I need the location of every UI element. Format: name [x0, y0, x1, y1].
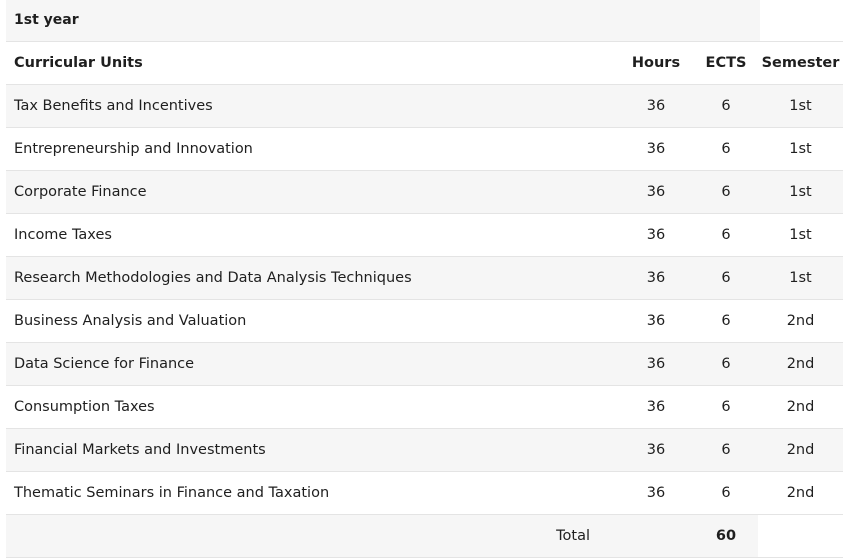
unit-name-cell: Consumption Taxes	[6, 385, 618, 429]
hours-cell: 36	[618, 342, 694, 386]
unit-name-cell: Data Science for Finance	[6, 342, 618, 386]
ects-cell: 6	[694, 84, 758, 128]
semester-cell: 1st	[758, 170, 843, 214]
table-row: Tax Benefits and Incentives 36 6 1st	[6, 84, 843, 128]
table-row: Financial Markets and Investments 36 6 2…	[6, 428, 843, 472]
hours-cell: 36	[618, 84, 694, 128]
total-ects-value: 60	[694, 514, 758, 558]
semester-cell: 1st	[758, 127, 843, 171]
ects-cell: 6	[694, 428, 758, 472]
unit-name-cell: Tax Benefits and Incentives	[6, 84, 618, 128]
unit-name-cell: Corporate Finance	[6, 170, 618, 214]
table-header-row: Curricular Units Hours ECTS Semester	[6, 42, 843, 85]
total-hours-cell	[618, 514, 694, 558]
semester-cell: 2nd	[758, 299, 843, 343]
semester-cell: 1st	[758, 256, 843, 300]
table-row: Thematic Seminars in Finance and Taxatio…	[6, 471, 843, 515]
ects-cell: 6	[694, 385, 758, 429]
table-row: Business Analysis and Valuation 36 6 2nd	[6, 299, 843, 343]
table-row: Consumption Taxes 36 6 2nd	[6, 385, 843, 429]
hours-cell: 36	[618, 127, 694, 171]
hours-cell: 36	[618, 213, 694, 257]
column-header-semester: Semester	[758, 42, 843, 85]
ects-cell: 6	[694, 342, 758, 386]
column-header-hours: Hours	[618, 42, 694, 85]
semester-cell: 1st	[758, 213, 843, 257]
hours-cell: 36	[618, 256, 694, 300]
ects-cell: 6	[694, 471, 758, 515]
hours-cell: 36	[618, 428, 694, 472]
unit-name-cell: Financial Markets and Investments	[6, 428, 618, 472]
hours-cell: 36	[618, 299, 694, 343]
hours-cell: 36	[618, 385, 694, 429]
curricular-units-table-container: 1st year Curricular Units Hours ECTS Sem…	[6, 0, 843, 558]
semester-cell: 2nd	[758, 342, 843, 386]
year-heading: 1st year	[6, 0, 760, 41]
year-heading-spacer	[760, 0, 843, 41]
column-header-curricular-units: Curricular Units	[6, 42, 618, 85]
ects-cell: 6	[694, 170, 758, 214]
ects-cell: 6	[694, 256, 758, 300]
semester-cell: 2nd	[758, 428, 843, 472]
ects-cell: 6	[694, 127, 758, 171]
semester-cell: 2nd	[758, 471, 843, 515]
year-heading-row: 1st year	[6, 0, 843, 42]
unit-name-cell: Thematic Seminars in Finance and Taxatio…	[6, 471, 618, 515]
ects-cell: 6	[694, 299, 758, 343]
table-row: Data Science for Finance 36 6 2nd	[6, 342, 843, 386]
unit-name-cell: Business Analysis and Valuation	[6, 299, 618, 343]
table-body: Tax Benefits and Incentives 36 6 1st Ent…	[6, 84, 843, 515]
table-row: Corporate Finance 36 6 1st	[6, 170, 843, 214]
unit-name-cell: Research Methodologies and Data Analysis…	[6, 256, 618, 300]
total-row: Total 60	[6, 514, 843, 558]
ects-cell: 6	[694, 213, 758, 257]
semester-cell: 1st	[758, 84, 843, 128]
semester-cell: 2nd	[758, 385, 843, 429]
total-label: Total	[6, 514, 618, 558]
hours-cell: 36	[618, 170, 694, 214]
column-header-ects: ECTS	[694, 42, 758, 85]
table-row: Research Methodologies and Data Analysis…	[6, 256, 843, 300]
curricular-units-table: Curricular Units Hours ECTS Semester Tax…	[6, 42, 843, 558]
hours-cell: 36	[618, 471, 694, 515]
table-row: Entrepreneurship and Innovation 36 6 1st	[6, 127, 843, 171]
total-semester-cell	[758, 514, 843, 558]
unit-name-cell: Entrepreneurship and Innovation	[6, 127, 618, 171]
unit-name-cell: Income Taxes	[6, 213, 618, 257]
table-row: Income Taxes 36 6 1st	[6, 213, 843, 257]
